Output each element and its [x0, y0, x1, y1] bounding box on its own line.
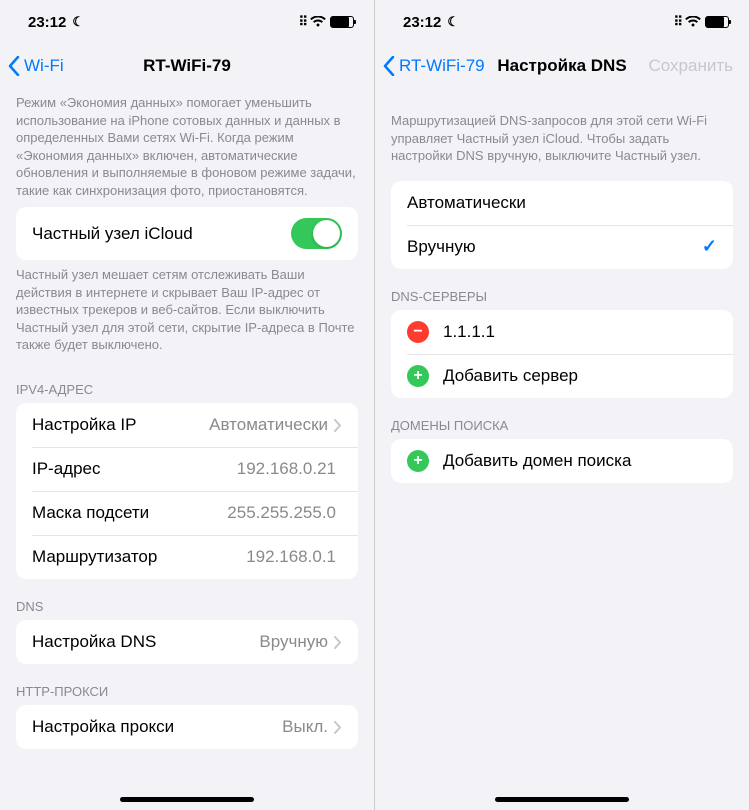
nav-back-label: RT-WiFi-79: [399, 56, 485, 76]
nav-bar: RT-WiFi-79 Настройка DNS Сохранить: [375, 44, 749, 88]
chevron-right-icon: [334, 721, 342, 734]
search-domains-header: ДОМЕНЫ ПОИСКА: [375, 398, 749, 439]
status-time: 23:12: [28, 14, 66, 31]
dnd-moon-icon: ☾: [447, 14, 459, 30]
configure-proxy-row[interactable]: Настройка прокси Выкл.: [16, 705, 358, 749]
dns-mode-automatic-row[interactable]: Автоматически: [391, 181, 733, 225]
add-search-domain-label: Добавить домен поиска: [443, 451, 717, 471]
private-relay-footer: Частный узел мешает сетям отслеживать Ва…: [0, 260, 374, 362]
dns-mode-automatic-label: Автоматически: [407, 193, 717, 213]
chevron-left-icon: [8, 56, 20, 76]
private-relay-row[interactable]: Частный узел iCloud: [16, 207, 358, 260]
dns-servers-header: DNS-СЕРВЕРЫ: [375, 269, 749, 310]
dns-server-row[interactable]: − 1.1.1.1: [391, 310, 733, 354]
ip-address-row: IP-адрес 192.168.0.21: [16, 447, 358, 491]
chevron-right-icon: [334, 636, 342, 649]
subnet-mask-row: Маска подсети 255.255.255.0: [16, 491, 358, 535]
router-label: Маршрутизатор: [32, 547, 246, 567]
dual-sim-icon: ⠿: [298, 14, 306, 30]
add-server-row[interactable]: + Добавить сервер: [391, 354, 733, 398]
configure-ip-label: Настройка IP: [32, 415, 209, 435]
wifi-icon: [685, 16, 701, 28]
configure-ip-row[interactable]: Настройка IP Автоматически: [16, 403, 358, 447]
home-indicator[interactable]: [120, 797, 254, 802]
add-icon[interactable]: +: [407, 450, 429, 472]
proxy-header: HTTP-ПРОКСИ: [0, 664, 374, 705]
dns-info-footer: Маршрутизацией DNS-запросов для этой сет…: [375, 88, 749, 181]
chevron-left-icon: [383, 56, 395, 76]
dns-servers-group: − 1.1.1.1 + Добавить сервер: [391, 310, 733, 398]
dns-header: DNS: [0, 579, 374, 620]
add-icon[interactable]: +: [407, 365, 429, 387]
dns-group: Настройка DNS Вручную: [16, 620, 358, 664]
ip-address-value: 192.168.0.21: [237, 459, 336, 479]
dual-sim-icon: ⠿: [673, 14, 681, 30]
router-value: 192.168.0.1: [246, 547, 336, 567]
dns-mode-group: Автоматически Вручную ✓: [391, 181, 733, 269]
dns-mode-manual-row[interactable]: Вручную ✓: [391, 225, 733, 269]
search-domains-group: + Добавить домен поиска: [391, 439, 733, 483]
nav-save-button[interactable]: Сохранить: [649, 56, 741, 76]
status-bar: 23:12 ☾ ⠿: [375, 0, 749, 44]
dns-mode-manual-label: Вручную: [407, 237, 702, 257]
nav-back-label: Wi-Fi: [24, 56, 64, 76]
checkmark-icon: ✓: [702, 236, 717, 257]
remove-icon[interactable]: −: [407, 321, 429, 343]
battery-icon: [330, 16, 354, 28]
add-server-label: Добавить сервер: [443, 366, 717, 386]
status-time: 23:12: [403, 14, 441, 31]
configure-dns-label: Настройка DNS: [32, 632, 259, 652]
data-saver-footer: Режим «Экономия данных» помогает уменьши…: [0, 88, 374, 207]
subnet-mask-value: 255.255.255.0: [227, 503, 336, 523]
screen-dns-config: 23:12 ☾ ⠿ RT-WiFi-79 Настройка DNS Сохра…: [375, 0, 750, 810]
router-row: Маршрутизатор 192.168.0.1: [16, 535, 358, 579]
nav-back-button[interactable]: RT-WiFi-79: [383, 56, 485, 76]
ipv4-header: IPV4-АДРЕС: [0, 362, 374, 403]
nav-bar: Wi-Fi RT-WiFi-79: [0, 44, 374, 88]
private-relay-label: Частный узел iCloud: [32, 224, 291, 244]
battery-icon: [705, 16, 729, 28]
wifi-icon: [310, 16, 326, 28]
content-scroll[interactable]: Маршрутизацией DNS-запросов для этой сет…: [375, 88, 749, 810]
proxy-group: Настройка прокси Выкл.: [16, 705, 358, 749]
screen-wifi-detail: 23:12 ☾ ⠿ Wi-Fi RT-WiFi-79 Режим «Эконом…: [0, 0, 375, 810]
configure-ip-value: Автоматически: [209, 415, 328, 435]
add-search-domain-row[interactable]: + Добавить домен поиска: [391, 439, 733, 483]
subnet-mask-label: Маска подсети: [32, 503, 227, 523]
chevron-right-icon: [334, 419, 342, 432]
dnd-moon-icon: ☾: [72, 14, 84, 30]
configure-proxy-label: Настройка прокси: [32, 717, 282, 737]
dns-server-value: 1.1.1.1: [443, 322, 717, 342]
private-relay-toggle[interactable]: [291, 218, 342, 249]
home-indicator[interactable]: [495, 797, 629, 802]
content-scroll[interactable]: Режим «Экономия данных» помогает уменьши…: [0, 88, 374, 810]
status-bar: 23:12 ☾ ⠿: [0, 0, 374, 44]
configure-proxy-value: Выкл.: [282, 717, 328, 737]
configure-dns-row[interactable]: Настройка DNS Вручную: [16, 620, 358, 664]
configure-dns-value: Вручную: [259, 632, 328, 652]
ipv4-group: Настройка IP Автоматически IP-адрес 192.…: [16, 403, 358, 579]
private-relay-group: Частный узел iCloud: [16, 207, 358, 260]
nav-back-button[interactable]: Wi-Fi: [8, 56, 64, 76]
ip-address-label: IP-адрес: [32, 459, 237, 479]
